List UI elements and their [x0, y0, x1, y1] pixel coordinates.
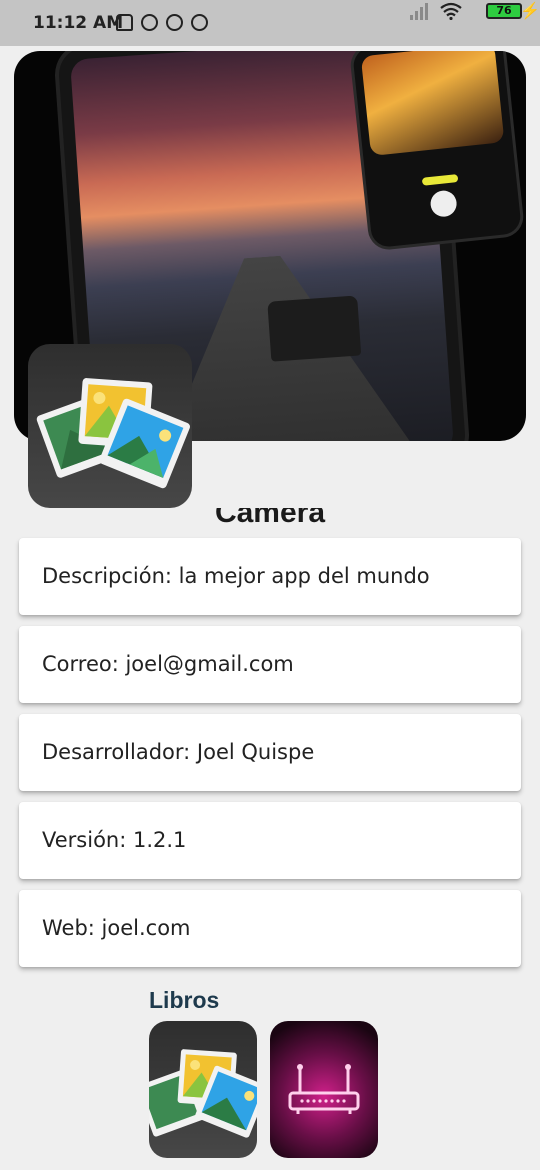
web-card[interactable]: Web: joel.com [19, 890, 521, 967]
app-icon [28, 344, 192, 508]
photos-stack-icon [36, 378, 190, 489]
developer-card[interactable]: Desarrollador: Joel Quispe [19, 714, 521, 791]
version-text: Versión: 1.2.1 [42, 828, 187, 852]
web-text: Web: joel.com [42, 916, 191, 940]
wifi-icon [440, 2, 462, 20]
status-time: 11:12 AM [33, 13, 124, 33]
app-title: Camera [214, 508, 326, 529]
description-text: Descripción: la mejor app del mundo [42, 564, 430, 588]
alarm-icon [141, 14, 158, 31]
dnd-icon [191, 14, 208, 31]
status-bar: 11:12 AM 76 ⚡ [0, 0, 540, 46]
description-card[interactable]: Descripción: la mejor app del mundo [19, 538, 521, 615]
book-item[interactable] [270, 1021, 378, 1158]
phone-mockup [351, 51, 523, 249]
signal-icon [410, 2, 432, 20]
photos-stack-icon [149, 1049, 257, 1138]
email-card[interactable]: Correo: joel@gmail.com [19, 626, 521, 703]
developer-text: Desarrollador: Joel Quispe [42, 740, 315, 764]
book-item[interactable] [149, 1021, 257, 1158]
email-text: Correo: joel@gmail.com [42, 652, 294, 676]
charging-icon: ⚡ [520, 3, 540, 20]
neon-router-icon [288, 1064, 360, 1114]
battery-icon: 76 [486, 3, 522, 19]
mute-bell-icon [116, 14, 133, 31]
dnd-icon [166, 14, 183, 31]
version-card[interactable]: Versión: 1.2.1 [19, 802, 521, 879]
books-section-title: Libros [149, 987, 220, 1013]
